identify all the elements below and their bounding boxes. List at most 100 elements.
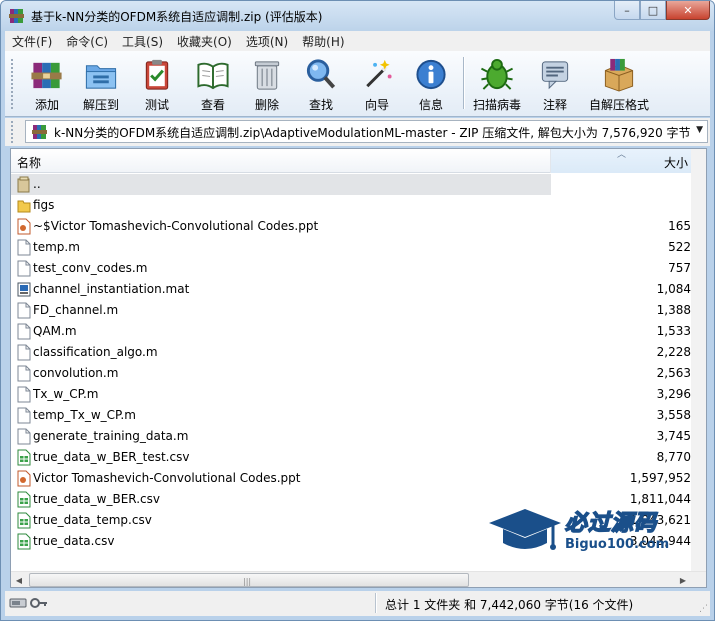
horizontal-scroll-thumb[interactable]: ||| — [29, 573, 469, 587]
delete-button[interactable]: 删除 — [239, 55, 295, 113]
m-file-icon — [17, 365, 31, 382]
file-size: 1,388 — [656, 303, 691, 317]
file-row[interactable]: QAM.m 1,533 — [11, 321, 691, 342]
file-name: Tx_w_CP.m — [33, 387, 99, 401]
scroll-left-icon[interactable]: ◀ — [11, 572, 27, 587]
file-row[interactable]: figs — [11, 195, 691, 216]
m-file-icon — [17, 323, 31, 340]
selection-highlight — [11, 174, 551, 195]
status-summary: 总计 1 文件夹 和 7,442,060 字节(16 个文件) — [385, 598, 634, 612]
csv-file-icon — [17, 512, 31, 529]
info-button[interactable]: 信息 — [403, 55, 459, 113]
horizontal-scrollbar[interactable]: ◀ ||| ▶ — [11, 571, 706, 587]
file-row[interactable]: temp.m 522 — [11, 237, 691, 258]
csv-file-icon — [17, 449, 31, 466]
file-name: temp_Tx_w_CP.m — [33, 408, 136, 422]
sfx-box-icon — [604, 58, 634, 92]
file-name: Victor Tomashevich-Convolutional Codes.p… — [33, 471, 301, 485]
add-archive-icon — [31, 62, 62, 89]
csv-file-icon — [17, 491, 31, 508]
m-file-icon — [17, 386, 31, 403]
maximize-button[interactable]: □ — [640, 1, 666, 20]
extract-to-button[interactable]: 解压到 — [73, 55, 129, 113]
file-row[interactable]: true_data_w_BER_test.csv 8,770 — [11, 447, 691, 468]
file-row[interactable]: convolution.m 2,563 — [11, 363, 691, 384]
file-row[interactable]: channel_instantiation.mat 1,084 — [11, 279, 691, 300]
archive-path-field[interactable]: k-NN分类的OFDM系统自适应调制.zip\AdaptiveModulatio… — [25, 120, 708, 143]
find-button[interactable]: 查找 — [293, 55, 349, 113]
extract-folder-icon — [85, 65, 117, 89]
file-row[interactable]: temp_Tx_w_CP.m 3,558 — [11, 405, 691, 426]
menu-favorites[interactable]: 收藏夹(O) — [170, 33, 239, 50]
scan-virus-button[interactable]: 扫描病毒 — [469, 55, 525, 113]
ppt-file-icon — [17, 218, 31, 235]
file-name: figs — [33, 198, 55, 212]
menu-bar: 文件(F) 命令(C) 工具(S) 收藏夹(O) 选项(N) 帮助(H) — [5, 31, 710, 51]
view-book-icon — [197, 62, 229, 90]
trash-icon — [254, 61, 280, 90]
file-row[interactable]: true_data_temp.csv 1,943,621 — [11, 510, 691, 531]
file-size: 1,811,044 — [629, 492, 691, 506]
menu-command[interactable]: 命令(C) — [59, 33, 115, 50]
window-title: 基于k-NN分类的OFDM系统自适应调制.zip (评估版本) — [31, 10, 323, 24]
close-button[interactable]: ✕ — [666, 1, 710, 20]
file-size: 3,043,944 — [629, 534, 691, 548]
add-button[interactable]: 添加 — [19, 55, 75, 113]
file-name: QAM.m — [33, 324, 77, 338]
menu-options[interactable]: 选项(N) — [239, 33, 295, 50]
file-row[interactable]: ~$Victor Tomashevich-Convolutional Codes… — [11, 216, 691, 237]
file-name: classification_algo.m — [33, 345, 158, 359]
drive-key-icon[interactable] — [9, 595, 49, 611]
status-bar: 总计 1 文件夹 和 7,442,060 字节(16 个文件) ⋰ — [5, 591, 710, 616]
file-row[interactable]: FD_channel.m 1,388 — [11, 300, 691, 321]
address-grip[interactable] — [11, 121, 15, 143]
file-row[interactable]: generate_training_data.m 3,745 — [11, 426, 691, 447]
column-header-name[interactable]: 名称 — [11, 149, 551, 173]
thumb-grip-icon: ||| — [243, 577, 252, 586]
m-file-icon — [17, 239, 31, 256]
file-row[interactable]: Tx_w_CP.m 3,296 — [11, 384, 691, 405]
menu-help[interactable]: 帮助(H) — [295, 33, 351, 50]
winrar-app-icon[interactable] — [9, 8, 25, 24]
file-row[interactable]: test_conv_codes.m 757 — [11, 258, 691, 279]
file-name: FD_channel.m — [33, 303, 119, 317]
scroll-right-icon[interactable]: ▶ — [675, 572, 691, 587]
file-name: ~$Victor Tomashevich-Convolutional Codes… — [33, 219, 319, 233]
file-name: generate_training_data.m — [33, 429, 189, 443]
file-size: 165 — [668, 219, 691, 233]
file-rows: .. figs ~$Victor Tomashevich-Convolutional… — [11, 174, 691, 552]
file-row[interactable]: Victor Tomashevich-Convolutional Codes.p… — [11, 468, 691, 489]
ppt-file-icon — [17, 470, 31, 487]
title-bar[interactable]: 基于k-NN分类的OFDM系统自适应调制.zip (评估版本) – □ ✕ — [1, 1, 714, 31]
file-size — [551, 195, 691, 216]
status-divider — [375, 593, 377, 613]
file-name: true_data_temp.csv — [33, 513, 152, 527]
menu-file[interactable]: 文件(F) — [5, 33, 59, 50]
view-button[interactable]: 查看 — [185, 55, 241, 113]
magic-wand-icon — [366, 59, 392, 88]
file-row[interactable]: classification_algo.m 2,228 — [11, 342, 691, 363]
info-icon — [416, 59, 446, 90]
wizard-button[interactable]: 向导 — [349, 55, 405, 113]
minimize-button[interactable]: – — [614, 1, 640, 20]
file-list: 名称 大小 ︿ .. figs ~$Victor Tomashevich-Convo… — [10, 148, 707, 588]
file-name: true_data_w_BER.csv — [33, 492, 160, 506]
file-row[interactable]: true_data_w_BER.csv 1,811,044 — [11, 489, 691, 510]
file-row[interactable]: .. — [11, 174, 691, 195]
m-file-icon — [17, 344, 31, 361]
toolbar-separator — [463, 57, 465, 109]
file-row[interactable]: true_data.csv 3,043,944 — [11, 531, 691, 552]
chevron-down-icon[interactable]: ▼ — [696, 125, 703, 135]
menu-tools[interactable]: 工具(S) — [115, 33, 170, 50]
sfx-button[interactable]: 自解压格式 — [589, 55, 649, 113]
file-size: 3,296 — [656, 387, 691, 401]
vertical-scrollbar-track[interactable] — [691, 149, 706, 571]
address-bar: k-NN分类的OFDM系统自适应调制.zip\AdaptiveModulatio… — [5, 118, 710, 146]
file-name: convolution.m — [33, 366, 119, 380]
resize-grip-icon[interactable]: ⋰ — [699, 604, 708, 614]
comment-button[interactable]: 注释 — [527, 55, 583, 113]
parent-folder-icon — [17, 176, 31, 193]
test-button[interactable]: 测试 — [129, 55, 185, 113]
toolbar-grip[interactable] — [11, 59, 15, 109]
csv-file-icon — [17, 533, 31, 550]
